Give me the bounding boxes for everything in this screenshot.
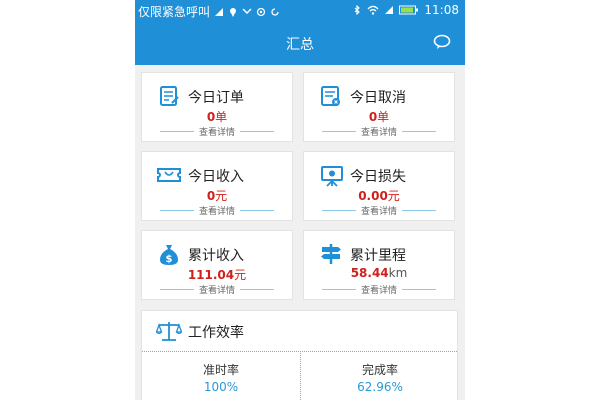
on-time-rate: 准时率 100% [142, 361, 300, 394]
card-today-cancel[interactable]: 今日取消 0单 查看详情 [303, 72, 455, 142]
view-details-link[interactable]: 查看详情 [160, 204, 275, 217]
svg-text:$: $ [166, 254, 173, 265]
card-value: 0单 [206, 110, 228, 124]
completion-rate-label: 完成率 [361, 363, 398, 377]
card-title: 累计里程 [350, 248, 406, 264]
view-details-link[interactable]: 查看详情 [160, 283, 275, 296]
status-bar: 仅限紧急呼叫 11:08 [135, 0, 465, 22]
view-details-link[interactable]: 查看详情 [322, 204, 437, 217]
chart-board-loss-icon [321, 166, 343, 187]
card-today-orders[interactable]: 今日订单 0单 查看详情 [141, 72, 293, 142]
missed-call-icon [242, 7, 252, 14]
balance-scale-icon [156, 322, 182, 341]
card-title: 累计收入 [188, 248, 244, 264]
location-pin-icon [230, 7, 237, 17]
card-today-loss[interactable]: 今日损失 0.00元 查看详情 [303, 151, 455, 221]
view-details-link[interactable]: 查看详情 [322, 283, 437, 296]
bluetooth-icon [355, 5, 361, 15]
work-efficiency-panel: 工作效率 准时率 100% 完成率 62.96% [141, 310, 458, 400]
page-title: 汇总 [286, 37, 314, 53]
card-value: 0元 [206, 189, 228, 203]
completion-rate: 完成率 62.96% [301, 361, 459, 394]
card-title: 今日取消 [350, 90, 406, 106]
view-details-link[interactable]: 查看详情 [160, 125, 275, 138]
card-title: 今日损失 [350, 169, 406, 185]
on-time-rate-label: 准时率 [202, 363, 239, 377]
card-value: 58.44km [350, 266, 408, 280]
order-document-icon [160, 86, 179, 106]
cancel-document-icon [321, 86, 340, 106]
wifi-icon [367, 5, 379, 15]
money-bag-icon: $ [160, 245, 178, 265]
card-title: 今日订单 [188, 90, 244, 106]
card-total-mileage[interactable]: 累计里程 58.44km 查看详情 [303, 230, 455, 300]
card-value: 111.04元 [187, 268, 247, 282]
ticket-income-icon [157, 168, 181, 182]
efficiency-title: 工作效率 [188, 325, 244, 341]
signpost-icon [321, 244, 341, 264]
card-value: 0单 [368, 110, 390, 124]
sync-icon [271, 7, 279, 16]
chat-bubble-icon[interactable] [433, 34, 451, 50]
signal-bars-icon [385, 6, 394, 14]
phone-screen: 仅限紧急呼叫 11:08 汇总 今日订单 0单 查看详情 今日取消 0单 查看详… [135, 0, 465, 400]
sim-signal-icon [215, 7, 224, 16]
card-title: 今日收入 [188, 169, 244, 185]
card-total-income[interactable]: $ 累计收入 111.04元 查看详情 [141, 230, 293, 300]
carrier-text: 仅限紧急呼叫 [138, 5, 211, 19]
card-today-income[interactable]: 今日收入 0元 查看详情 [141, 151, 293, 221]
app-header: 汇总 [135, 22, 465, 65]
on-time-rate-value: 100% [203, 380, 239, 394]
settings-icon [256, 7, 266, 16]
card-value: 0.00元 [358, 189, 400, 203]
clock-text: 11:08 [424, 3, 459, 17]
view-details-link[interactable]: 查看详情 [322, 125, 437, 138]
battery-icon [399, 5, 419, 15]
completion-rate-value: 62.96% [357, 380, 403, 394]
